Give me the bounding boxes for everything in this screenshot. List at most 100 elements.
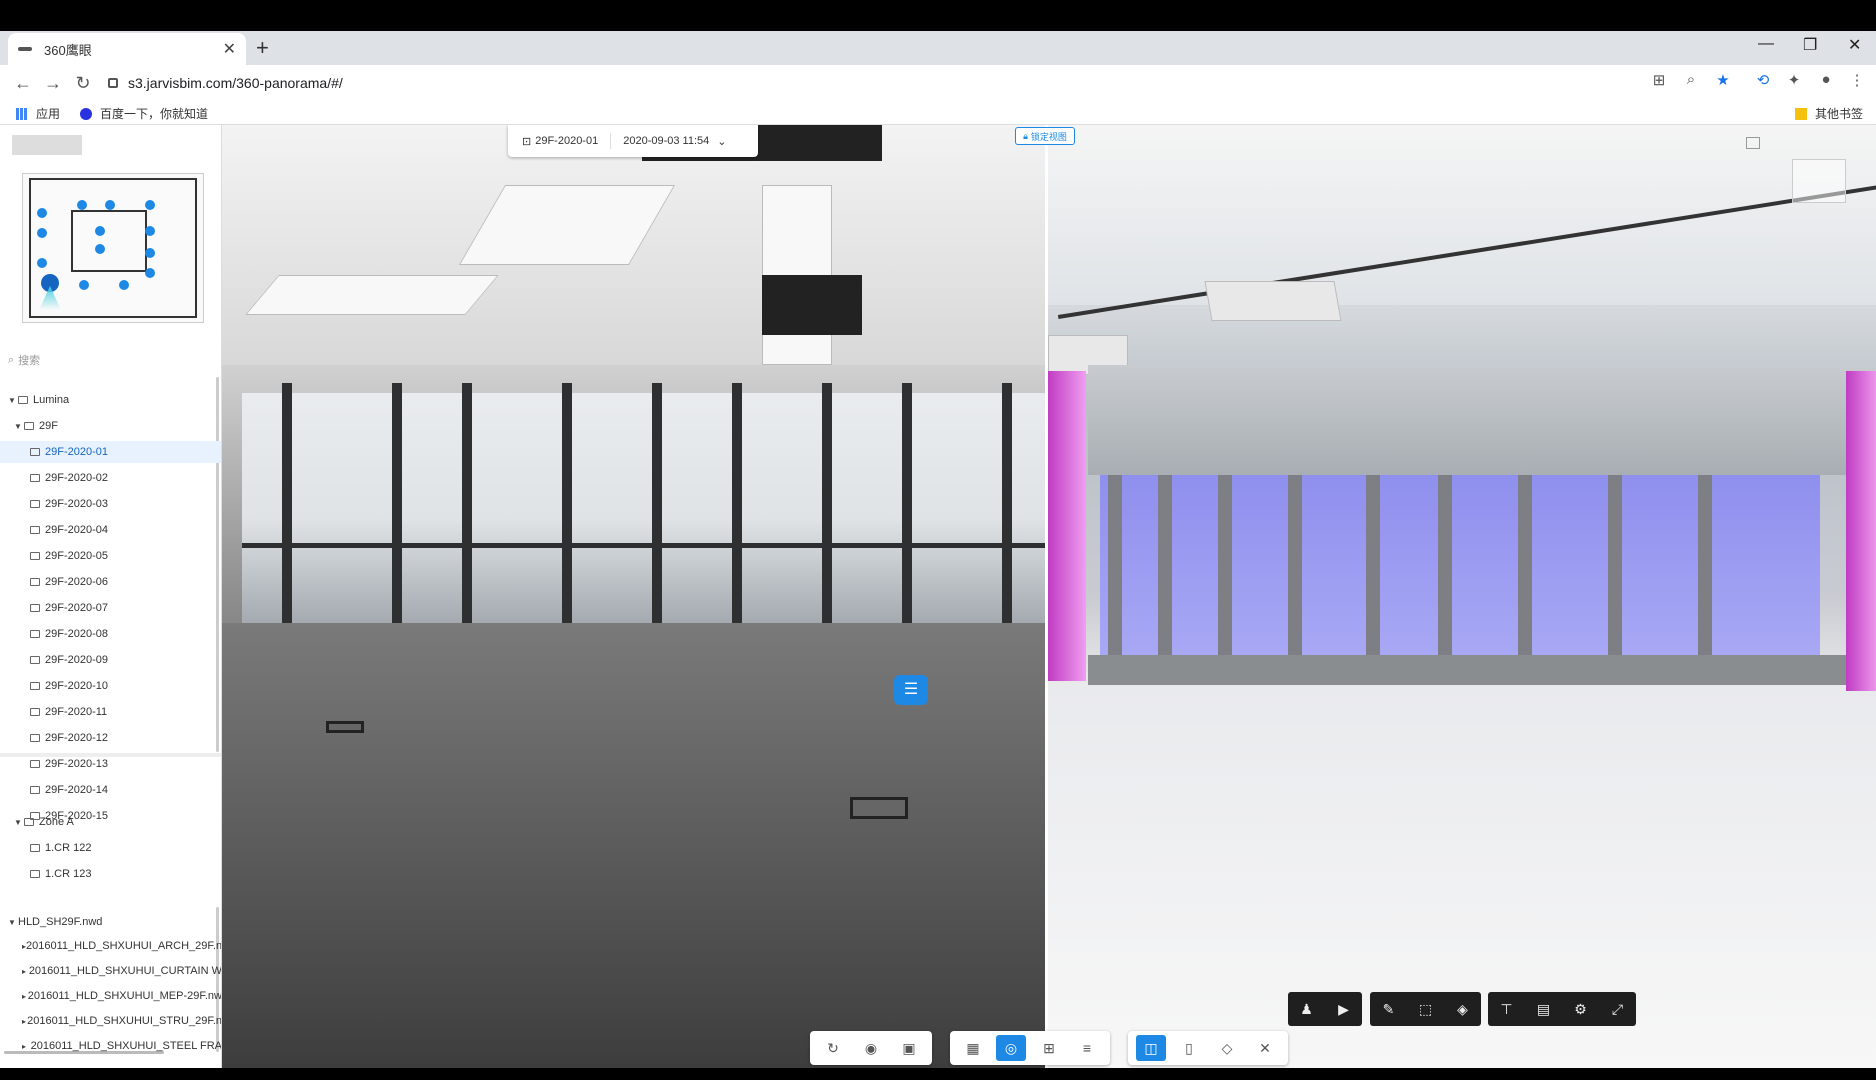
bookmark-apps[interactable]: 应用 bbox=[16, 105, 60, 122]
reload-icon[interactable]: ↻ bbox=[68, 73, 98, 94]
split-view-icon[interactable]: ◫ bbox=[1136, 1035, 1166, 1061]
extension-sync-icon[interactable]: ⟲ bbox=[1752, 71, 1774, 93]
capture-point[interactable] bbox=[95, 226, 105, 236]
rotate-icon[interactable]: ↻ bbox=[818, 1035, 848, 1061]
capture-item[interactable]: 29F-2020-02 bbox=[0, 467, 221, 489]
model-item-label: 2016011_HLD_SHXUHUI_STEEL FRA bbox=[30, 1040, 222, 1052]
bookmark-baidu[interactable]: 百度一下，你就知道 bbox=[80, 105, 208, 122]
capture-item[interactable]: 29F-2020-08 bbox=[0, 623, 221, 645]
bim-column bbox=[1048, 371, 1086, 681]
capture-point[interactable] bbox=[79, 280, 89, 290]
file-icon[interactable]: ▤ bbox=[1525, 992, 1562, 1026]
minimize-icon[interactable]: — bbox=[1758, 35, 1774, 53]
model-item[interactable]: ▸ 2016011_HLD_SHXUHUI_CURTAIN W bbox=[0, 960, 221, 982]
capture-item[interactable]: 29F-2020-11 bbox=[0, 701, 221, 723]
close-icon[interactable]: ✕ bbox=[1250, 1035, 1280, 1061]
browser-tab-bar: 360鹰眼 ✕ + — ❐ ✕ bbox=[0, 31, 1876, 65]
fullscreen-icon[interactable]: ⤢ bbox=[1599, 992, 1636, 1026]
lock-view-button[interactable]: 🔒︎ 锁定视图 bbox=[1015, 127, 1075, 145]
capture-point[interactable] bbox=[145, 200, 155, 210]
tree-icon[interactable]: ⊤ bbox=[1488, 992, 1525, 1026]
caret-down-icon: ▼ bbox=[8, 395, 16, 405]
grid-icon[interactable]: ⊞ bbox=[1034, 1035, 1064, 1061]
image-icon[interactable]: ▦ bbox=[958, 1035, 988, 1061]
tree-model-file[interactable]: ▼ HLD_SH29F.nwd bbox=[0, 911, 221, 933]
new-tab-button[interactable]: + bbox=[256, 35, 269, 61]
capture-point[interactable] bbox=[77, 200, 87, 210]
window-close-icon[interactable]: ✕ bbox=[1848, 35, 1861, 55]
capture-point[interactable] bbox=[119, 280, 129, 290]
extensions-icon[interactable]: ✦ bbox=[1783, 71, 1805, 93]
capture-item[interactable]: 29F-2020-10 bbox=[0, 675, 221, 697]
panorama-mode-icon[interactable]: ◎ bbox=[996, 1035, 1026, 1061]
capture-point[interactable] bbox=[95, 244, 105, 254]
capture-point[interactable] bbox=[37, 208, 47, 218]
single-view-icon[interactable]: ▯ bbox=[1174, 1035, 1204, 1061]
capture-item[interactable]: 29F-2020-04 bbox=[0, 519, 221, 541]
eye-icon[interactable]: ◉ bbox=[856, 1035, 886, 1061]
capture-item[interactable]: 29F-2020-05 bbox=[0, 545, 221, 567]
capture-point[interactable] bbox=[145, 226, 155, 236]
capture-item[interactable]: 29F-2020-06 bbox=[0, 571, 221, 593]
model-item[interactable]: ▸ 2016011_HLD_SHXUHUI_MEP-29F.nw bbox=[0, 985, 221, 1007]
menu-icon[interactable]: ⋮ bbox=[1846, 71, 1868, 93]
other-bookmarks[interactable]: 其他书签 bbox=[1795, 105, 1863, 122]
capture-item[interactable]: 29F-2020-13 bbox=[0, 753, 221, 775]
home-icon[interactable] bbox=[1746, 137, 1760, 149]
model-item[interactable]: ▸ 2016011_HLD_SHXUHUI_STEEL FRA bbox=[0, 1035, 222, 1057]
bim-mullion bbox=[1698, 475, 1712, 665]
list-icon[interactable]: ≡ bbox=[1072, 1035, 1102, 1061]
camera-icon[interactable]: ▶ bbox=[1325, 992, 1362, 1026]
capture-point[interactable] bbox=[37, 228, 47, 238]
capture-item[interactable]: 29F-2020-09 bbox=[0, 649, 221, 671]
capture-point[interactable] bbox=[145, 268, 155, 278]
forward-icon[interactable]: → bbox=[38, 73, 68, 94]
box-add-icon[interactable]: ⬚ bbox=[1407, 992, 1444, 1026]
restore-icon[interactable]: ❐ bbox=[1803, 35, 1817, 55]
chevron-down-icon[interactable]: ⌄ bbox=[717, 135, 726, 148]
capture-item[interactable]: 29F-2020-01 bbox=[0, 441, 221, 463]
tree-floor[interactable]: ▼ 29F bbox=[0, 415, 221, 437]
layers-icon[interactable]: ◇ bbox=[1212, 1035, 1242, 1061]
browser-tab[interactable]: 360鹰眼 ✕ bbox=[8, 33, 246, 65]
lock-icon bbox=[108, 78, 118, 88]
annotation-marker-icon[interactable]: ☰ bbox=[894, 675, 928, 705]
tab-close-icon[interactable]: ✕ bbox=[223, 39, 236, 59]
panorama-icon bbox=[30, 734, 40, 742]
profile-icon[interactable]: ● bbox=[1815, 71, 1837, 93]
panorama-view[interactable]: ⊡ 29F-2020-01 2020-09-03 11:54 ⌄ ☰ bbox=[222, 125, 1045, 1068]
bookmark-star-icon[interactable]: ★ bbox=[1712, 71, 1734, 93]
annotation-icon[interactable]: ▣ bbox=[894, 1035, 924, 1061]
capture-item[interactable]: 29F-2020-03 bbox=[0, 493, 221, 515]
view-cube[interactable] bbox=[1792, 159, 1846, 203]
zone-item[interactable]: 1.CR 123 bbox=[0, 863, 221, 885]
capture-item[interactable]: 29F-2020-12 bbox=[0, 727, 221, 749]
capture-point[interactable] bbox=[145, 248, 155, 258]
model-item[interactable]: ▸ 2016011_HLD_SHXUHUI_STRU_29F.n bbox=[0, 1010, 221, 1032]
capture-point[interactable] bbox=[37, 258, 47, 268]
zone-item[interactable]: 1.CR 122 bbox=[0, 837, 221, 859]
caret-right-icon: ▸ bbox=[22, 966, 27, 976]
floor-minimap[interactable] bbox=[22, 173, 204, 323]
bim-view[interactable] bbox=[1045, 125, 1876, 1068]
floor-outlet bbox=[326, 721, 364, 733]
model-item[interactable]: ▸ 2016011_HLD_SHXUHUI_ARCH_29F.n bbox=[0, 935, 221, 957]
capture-item[interactable]: 29F-2020-15 bbox=[0, 805, 221, 827]
pencil-icon[interactable]: ✎ bbox=[1370, 992, 1407, 1026]
building-icon bbox=[18, 396, 28, 404]
capture-selector[interactable]: ⊡ 29F-2020-01 2020-09-03 11:54 ⌄ bbox=[508, 125, 758, 157]
search-input[interactable]: ⌕ 搜索 bbox=[8, 351, 208, 369]
person-icon[interactable]: ♟ bbox=[1288, 992, 1325, 1026]
cube-icon[interactable]: ◈ bbox=[1444, 992, 1481, 1026]
address-bar[interactable]: s3.jarvisbim.com/360-panorama/#/ bbox=[108, 69, 1668, 97]
gear-icon[interactable]: ⚙ bbox=[1562, 992, 1599, 1026]
favicon-icon bbox=[18, 47, 32, 51]
translate-icon[interactable]: ⊞ bbox=[1648, 71, 1670, 93]
zoom-icon[interactable]: ⌕ bbox=[1680, 71, 1702, 93]
back-icon[interactable]: ← bbox=[8, 73, 38, 94]
capture-date[interactable]: 2020-09-03 11:54 bbox=[623, 135, 709, 147]
capture-point[interactable] bbox=[105, 200, 115, 210]
tree-project[interactable]: ▼ Lumina bbox=[0, 389, 221, 411]
capture-item[interactable]: 29F-2020-07 bbox=[0, 597, 221, 619]
capture-item[interactable]: 29F-2020-14 bbox=[0, 779, 221, 801]
